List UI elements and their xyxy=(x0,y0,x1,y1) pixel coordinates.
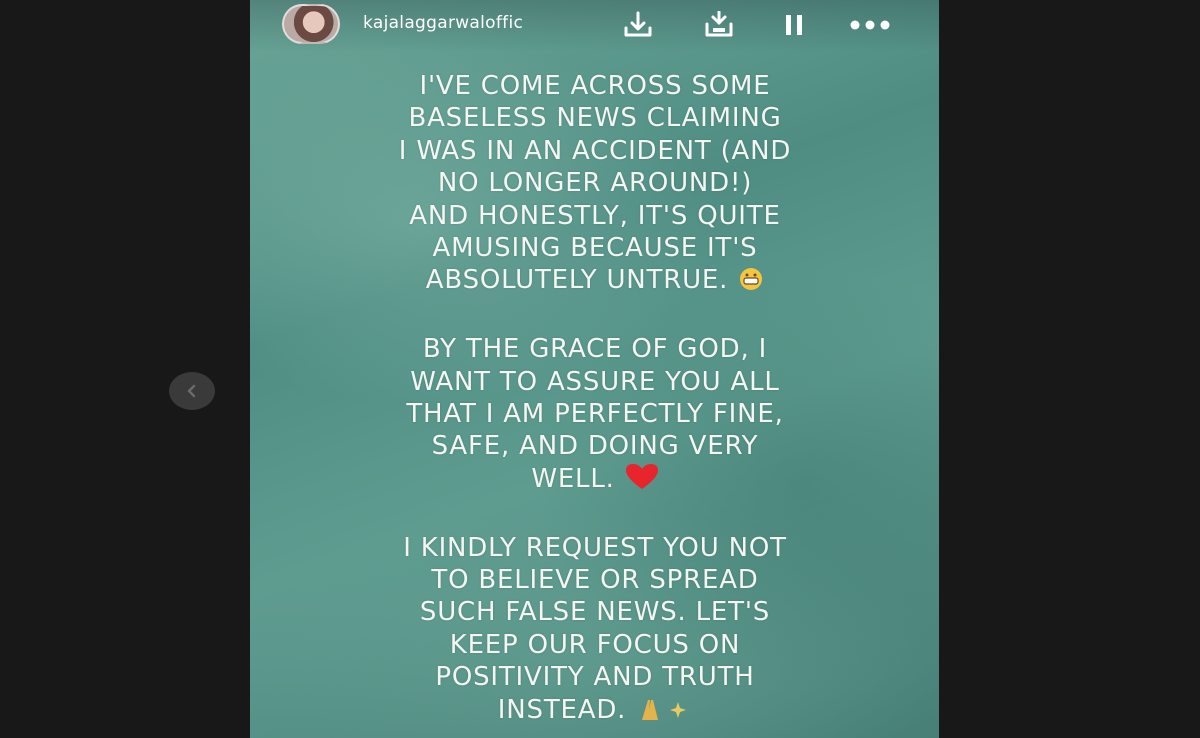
paragraph: I KINDLY REQUEST YOU NOT TO BELIEVE OR S… xyxy=(290,532,900,730)
text-line: ABSOLUTELY UNTRUE. xyxy=(425,265,729,296)
download-icon xyxy=(624,11,652,37)
avatar[interactable] xyxy=(282,4,340,44)
text-line: I KINDLY REQUEST YOU NOT xyxy=(403,532,787,563)
more-options-icon xyxy=(850,20,890,30)
pause-icon xyxy=(786,15,802,35)
text-line: I'VE COME ACROSS SOME xyxy=(419,71,771,101)
text-line: BASELESS NEWS CLAIMING xyxy=(408,103,782,134)
text-line: I WAS IN AN ACCIDENT (AND xyxy=(398,135,792,166)
text-line: BY THE GRACE OF GOD, I xyxy=(422,334,768,365)
paragraph: I'VE COME ACROSS SOME BASELESS NEWS CLAI… xyxy=(290,70,900,301)
text-line: WANT TO ASSURE YOU ALL xyxy=(410,366,780,397)
username[interactable]: kajalaggarwaloffic xyxy=(363,13,585,33)
text-line: NO LONGER AROUND!) xyxy=(437,168,753,199)
red-heart-emoji xyxy=(625,463,659,499)
text-line: INSTEAD. xyxy=(497,694,627,725)
text-line: AMUSING BECAUSE IT'S xyxy=(432,233,758,264)
text-line-with-emoji: INSTEAD. xyxy=(290,694,900,730)
text-line: SUCH FALSE NEWS. LET'S xyxy=(419,597,771,628)
pause-button[interactable] xyxy=(774,8,814,42)
text-line: KEEP OUR FOCUS ON xyxy=(449,629,741,660)
grinning-face-emoji xyxy=(738,266,764,300)
text-line: POSITIVITY AND TRUTH xyxy=(435,662,755,693)
text-line: THAT I AM PERFECTLY FINE, xyxy=(406,399,784,430)
story-card[interactable]: kajalaggarwaloffic I'VE COME ACROSS SOME… xyxy=(250,0,939,738)
save-button[interactable] xyxy=(699,8,739,42)
text-line: WELL. xyxy=(531,463,615,494)
story-viewer: kajalaggarwaloffic I'VE COME ACROSS SOME… xyxy=(0,0,1200,738)
folded-hands-sparkles-emoji xyxy=(636,696,692,730)
story-header: kajalaggarwaloffic xyxy=(250,0,939,52)
story-text: I'VE COME ACROSS SOME BASELESS NEWS CLAI… xyxy=(290,70,900,730)
previous-story-button[interactable] xyxy=(169,372,215,410)
text-line: TO BELIEVE OR SPREAD xyxy=(431,565,759,596)
text-line-with-emoji: WELL. xyxy=(290,463,900,499)
text-line: SAFE, AND DOING VERY xyxy=(431,431,759,462)
chevron-left-icon xyxy=(187,384,196,398)
paragraph: BY THE GRACE OF GOD, I WANT TO ASSURE YO… xyxy=(290,333,900,499)
text-line: AND HONESTLY, IT'S QUITE xyxy=(409,200,781,231)
download-button[interactable] xyxy=(618,8,658,42)
text-line-with-emoji: ABSOLUTELY UNTRUE. xyxy=(290,264,900,300)
save-icon xyxy=(705,11,733,37)
more-options-button[interactable] xyxy=(846,8,894,42)
